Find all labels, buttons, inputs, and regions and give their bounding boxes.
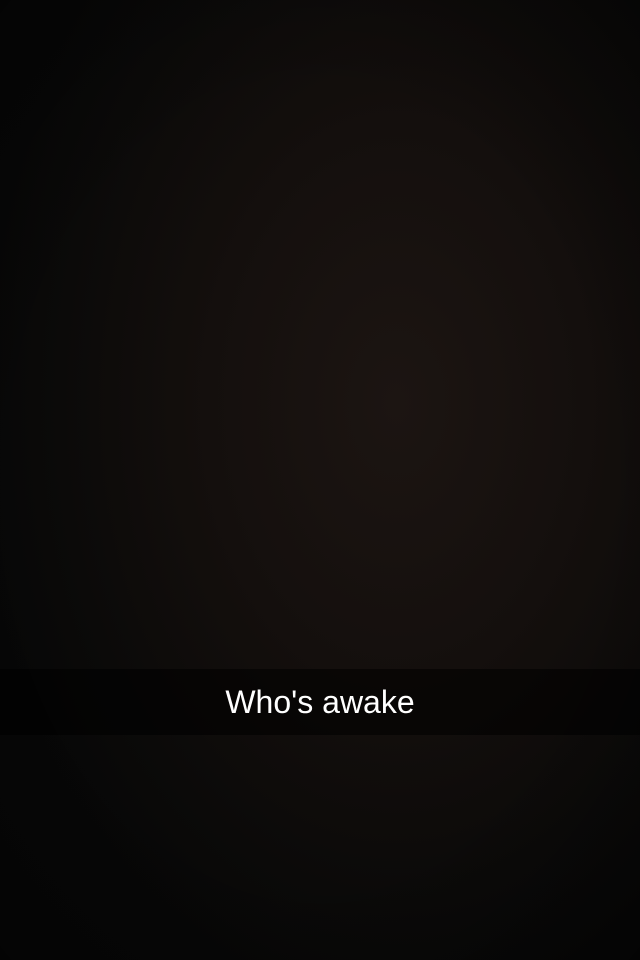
caption-bar[interactable]: Who's awake [0,669,640,735]
photo-vignette [0,0,640,960]
caption-text: Who's awake [225,684,415,720]
snap-photo[interactable]: Who's awake [0,0,640,960]
